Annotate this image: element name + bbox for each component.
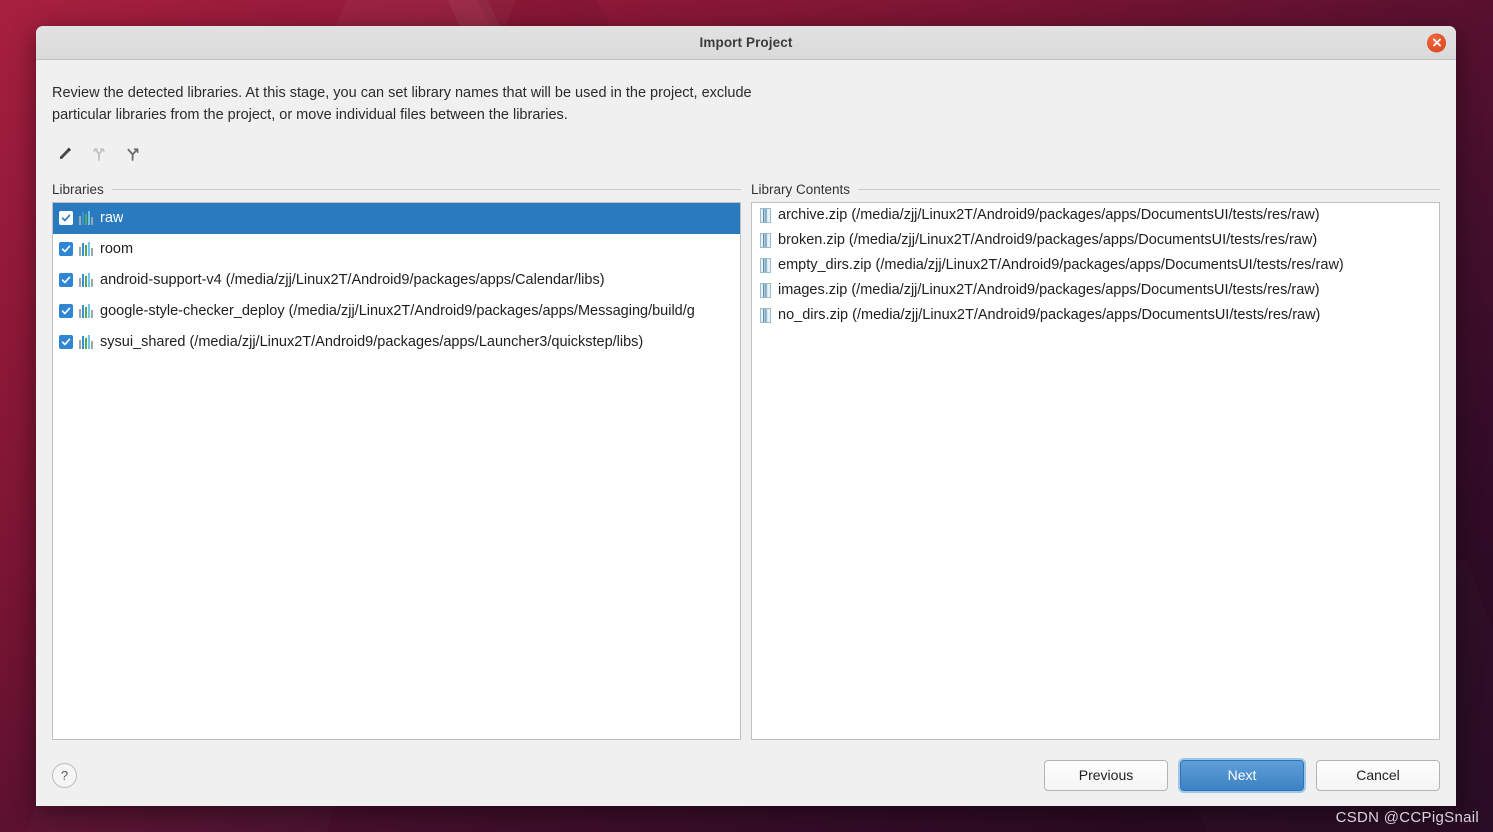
library-contents-list: archive.zip (/media/zjj/Linux2T/Android9… — [752, 203, 1439, 328]
panel-divider — [858, 189, 1440, 191]
library-bars-icon — [79, 211, 94, 226]
library-content-item[interactable]: archive.zip (/media/zjj/Linux2T/Android9… — [752, 203, 1439, 228]
help-button[interactable]: ? — [52, 762, 77, 788]
library-checkbox[interactable] — [59, 242, 73, 257]
library-bars-icon — [79, 335, 94, 350]
library-toolbar — [52, 141, 1440, 167]
library-contents-box[interactable]: archive.zip (/media/zjj/Linux2T/Android9… — [751, 201, 1440, 740]
previous-button[interactable]: Previous — [1044, 759, 1168, 791]
watermark: CSDN @CCPigSnail — [1335, 809, 1479, 826]
library-bars-icon — [79, 304, 94, 319]
next-button[interactable]: Next — [1180, 759, 1304, 791]
panels-container: Libraries raw room android-support-v4 (/me… — [52, 181, 1440, 744]
library-content-item[interactable]: images.zip (/media/zjj/Linux2T/Android9/… — [752, 278, 1439, 303]
zip-file-icon — [760, 232, 771, 248]
zip-file-icon — [760, 207, 771, 223]
library-content-label: broken.zip (/media/zjj/Linux2T/Android9/… — [778, 232, 1318, 249]
libraries-list-box[interactable]: raw room android-support-v4 (/media/zjj/Li… — [52, 201, 741, 740]
library-item-label: room — [100, 241, 134, 258]
library-checkbox[interactable] — [59, 335, 73, 350]
libraries-list: raw room android-support-v4 (/media/zjj/Li… — [53, 202, 740, 358]
contents-panel-header: Library Contents — [751, 181, 1440, 199]
import-project-dialog: Import Project Review the detected libra… — [36, 26, 1456, 806]
dialog-title: Import Project — [699, 35, 793, 50]
edit-icon[interactable] — [52, 142, 78, 166]
dialog-description: Review the detected libraries. At this s… — [52, 85, 752, 124]
dialog-titlebar: Import Project — [36, 26, 1456, 60]
dialog-body: Review the detected libraries. At this s… — [36, 60, 1456, 744]
panel-divider — [111, 189, 741, 191]
library-item-label: sysui_shared (/media/zjj/Linux2T/Android… — [100, 334, 644, 351]
merge-icon — [86, 142, 112, 166]
library-list-item[interactable]: android-support-v4 (/media/zjj/Linux2T/A… — [53, 265, 740, 296]
library-content-item[interactable]: empty_dirs.zip (/media/zjj/Linux2T/Andro… — [752, 253, 1439, 278]
libraries-panel-header: Libraries — [52, 181, 741, 199]
libraries-panel-title: Libraries — [52, 182, 104, 198]
library-list-item[interactable]: sysui_shared (/media/zjj/Linux2T/Android… — [53, 327, 740, 358]
close-icon[interactable] — [1427, 33, 1446, 52]
library-list-item[interactable]: google-style-checker_deploy (/media/zjj/… — [53, 296, 740, 327]
dialog-footer: ? Previous Next Cancel — [36, 744, 1456, 806]
library-content-label: empty_dirs.zip (/media/zjj/Linux2T/Andro… — [778, 257, 1344, 274]
library-list-item[interactable]: room — [53, 234, 740, 265]
zip-file-icon — [760, 307, 771, 323]
library-item-label: android-support-v4 (/media/zjj/Linux2T/A… — [100, 272, 605, 289]
library-checkbox[interactable] — [59, 273, 73, 288]
split-icon[interactable] — [120, 142, 146, 166]
footer-buttons: Previous Next Cancel — [1044, 759, 1440, 791]
library-bars-icon — [79, 242, 94, 257]
library-content-item[interactable]: no_dirs.zip (/media/zjj/Linux2T/Android9… — [752, 303, 1439, 328]
library-contents-panel: Library Contents archive.zip (/media/zjj… — [751, 181, 1440, 740]
zip-file-icon — [760, 257, 771, 273]
library-bars-icon — [79, 273, 94, 288]
library-checkbox[interactable] — [59, 211, 73, 226]
library-item-label: raw — [100, 210, 124, 227]
library-checkbox[interactable] — [59, 304, 73, 319]
library-content-label: archive.zip (/media/zjj/Linux2T/Android9… — [778, 207, 1320, 224]
libraries-panel: Libraries raw room android-support-v4 (/me… — [52, 181, 741, 740]
contents-panel-title: Library Contents — [751, 182, 851, 198]
library-content-item[interactable]: broken.zip (/media/zjj/Linux2T/Android9/… — [752, 228, 1439, 253]
desktop-wallpaper: Import Project Review the detected libra… — [0, 0, 1493, 832]
cancel-button[interactable]: Cancel — [1316, 759, 1440, 791]
library-content-label: images.zip (/media/zjj/Linux2T/Android9/… — [778, 282, 1320, 299]
zip-file-icon — [760, 282, 771, 298]
library-item-label: google-style-checker_deploy (/media/zjj/… — [100, 303, 695, 320]
library-content-label: no_dirs.zip (/media/zjj/Linux2T/Android9… — [778, 307, 1321, 324]
library-list-item[interactable]: raw — [53, 202, 740, 234]
